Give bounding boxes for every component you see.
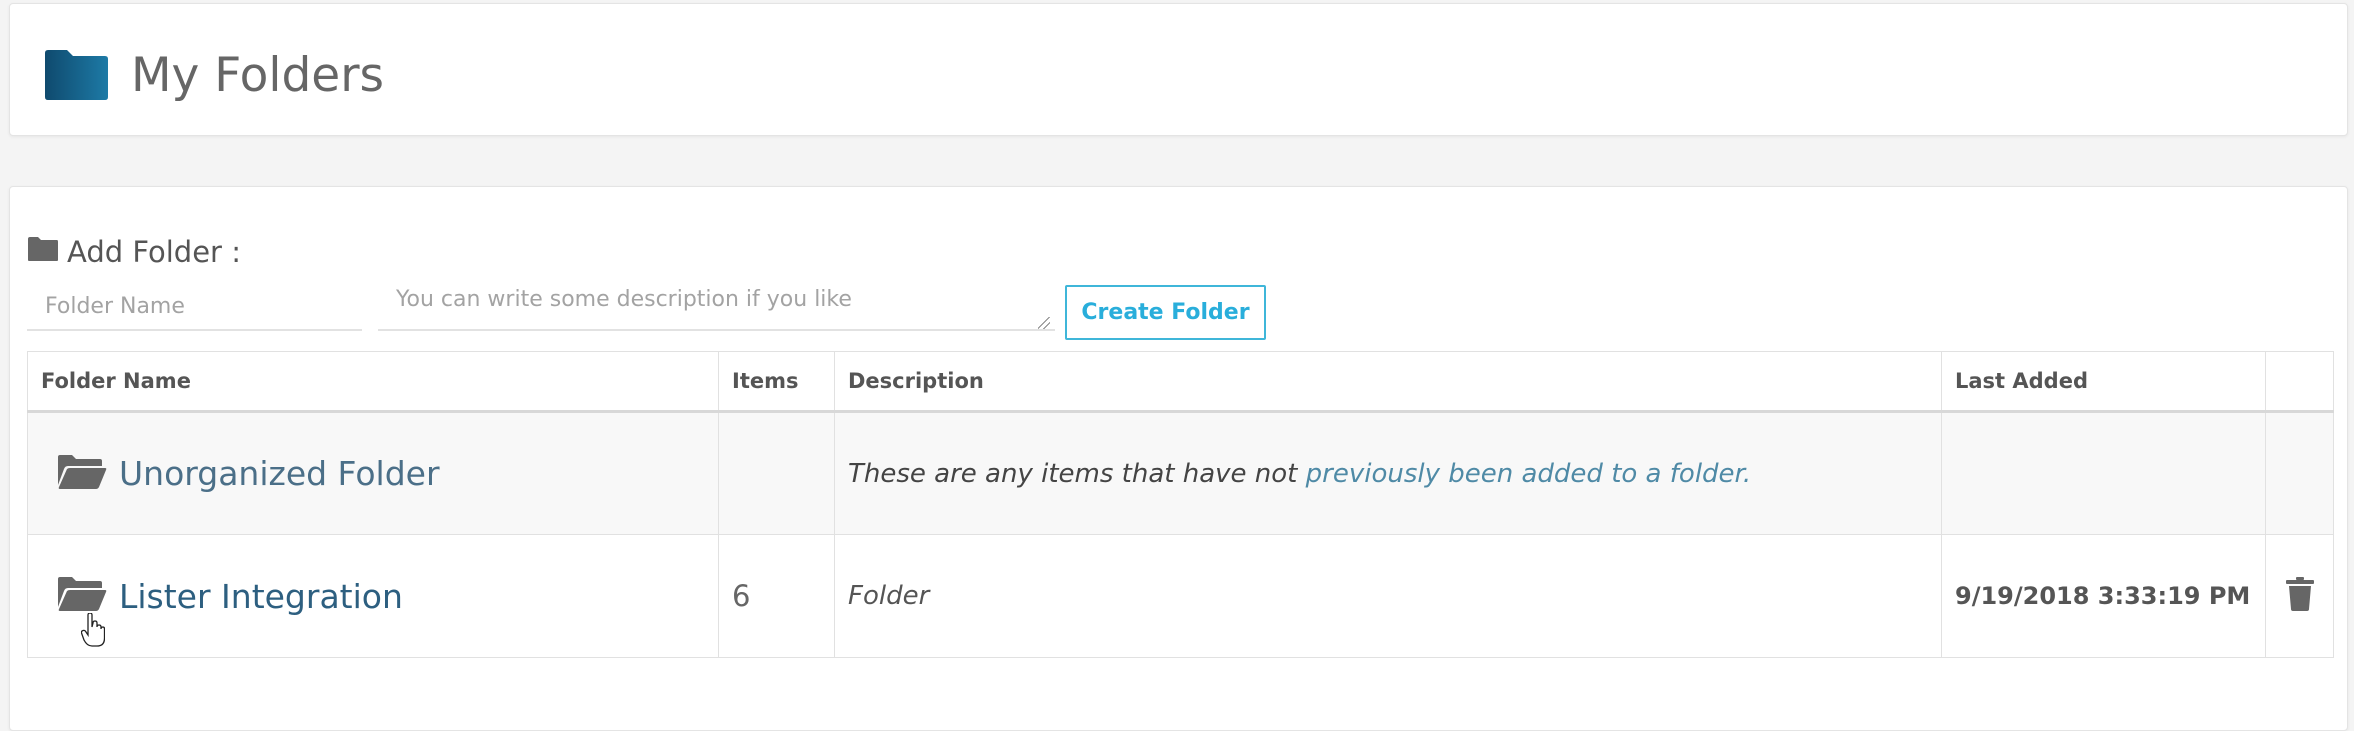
description-text: These are any items that have not bbox=[848, 458, 1298, 489]
folders-table: Folder Name Items Description Last Added bbox=[27, 351, 2334, 658]
table-row: Unorganized Folder These are any items t… bbox=[27, 411, 2334, 535]
folder-open-icon[interactable] bbox=[57, 454, 119, 494]
column-header-items[interactable]: Items bbox=[718, 351, 835, 413]
resize-grip-icon[interactable] bbox=[1038, 317, 1050, 329]
page-title-group: My Folders bbox=[43, 49, 384, 101]
actions-cell bbox=[2265, 534, 2334, 658]
description-cell: These are any items that have not previo… bbox=[834, 411, 1942, 535]
description-text: Folder bbox=[848, 581, 930, 611]
last-added-cell bbox=[1941, 411, 2266, 535]
folder-name-cell: Lister Integration bbox=[27, 534, 719, 658]
table-row: Lister Integration 6 Folder 9/19/2018 3:… bbox=[27, 534, 2334, 658]
last-added-value: 9/19/2018 3:33:19 PM bbox=[1955, 582, 2251, 610]
page-title: My Folders bbox=[131, 47, 385, 103]
trash-icon[interactable] bbox=[2285, 577, 2314, 615]
items-cell: 6 bbox=[718, 534, 835, 658]
items-cell bbox=[718, 411, 835, 535]
folder-link-lister-integration[interactable]: Lister Integration bbox=[119, 577, 403, 616]
hand-cursor-icon bbox=[80, 612, 106, 651]
column-header-actions bbox=[2265, 351, 2334, 413]
folder-link-unorganized[interactable]: Unorganized Folder bbox=[119, 454, 440, 493]
add-folder-label: Add Folder : bbox=[67, 235, 241, 269]
description-textarea[interactable] bbox=[378, 279, 1055, 331]
folder-icon bbox=[43, 49, 109, 101]
table-header-row: Folder Name Items Description Last Added bbox=[27, 351, 2334, 413]
folder-open-icon[interactable] bbox=[57, 576, 119, 616]
folder-icon bbox=[27, 235, 67, 269]
add-folder-heading: Add Folder : bbox=[27, 235, 241, 269]
create-folder-button[interactable]: Create Folder bbox=[1065, 285, 1266, 340]
column-header-last-added[interactable]: Last Added bbox=[1941, 351, 2266, 413]
column-header-description[interactable]: Description bbox=[834, 351, 1942, 413]
folder-name-cell: Unorganized Folder bbox=[27, 411, 719, 535]
description-text-continued: previously been added to a folder. bbox=[1297, 458, 1752, 489]
folder-name-input[interactable] bbox=[27, 283, 362, 331]
actions-cell bbox=[2265, 411, 2334, 535]
description-cell: Folder bbox=[834, 534, 1942, 658]
page-header: My Folders bbox=[9, 3, 2348, 136]
column-header-folder-name[interactable]: Folder Name bbox=[27, 351, 719, 413]
items-count: 6 bbox=[732, 579, 751, 613]
folders-panel: Add Folder : Create Folder Folder Name I… bbox=[9, 186, 2348, 731]
last-added-cell: 9/19/2018 3:33:19 PM bbox=[1941, 534, 2266, 658]
